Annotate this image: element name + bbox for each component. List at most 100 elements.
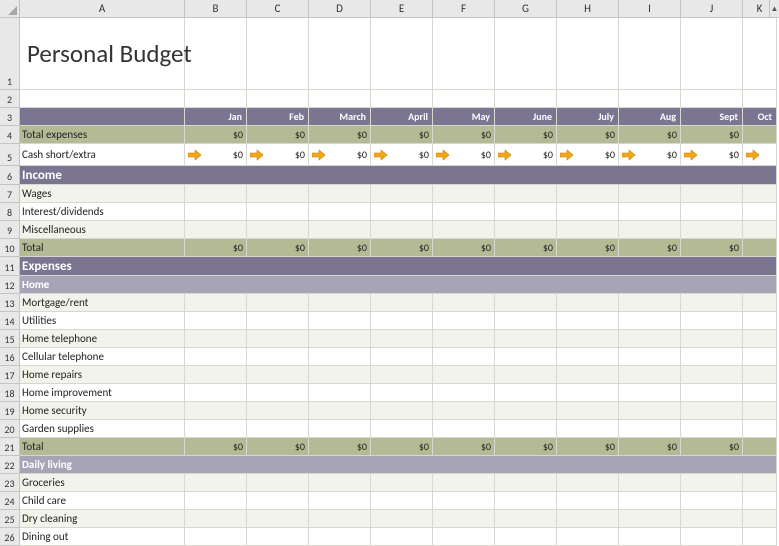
- value-cell[interactable]: $0: [371, 144, 433, 166]
- cell[interactable]: [309, 510, 371, 528]
- cell[interactable]: [185, 348, 247, 366]
- value-cell[interactable]: $0: [185, 126, 247, 144]
- cell[interactable]: [557, 185, 619, 203]
- row-header-2[interactable]: 2: [0, 90, 20, 108]
- cell[interactable]: [433, 203, 495, 221]
- cell[interactable]: [247, 312, 309, 330]
- value-cell[interactable]: $0: [619, 144, 681, 166]
- value-cell[interactable]: $0: [557, 144, 619, 166]
- cell[interactable]: [619, 528, 681, 546]
- value-cell[interactable]: $0: [309, 239, 371, 257]
- cell[interactable]: [309, 420, 371, 438]
- cell[interactable]: [371, 402, 433, 420]
- cell[interactable]: [433, 90, 495, 108]
- subsection-daily-living[interactable]: Daily living: [20, 456, 777, 474]
- cell[interactable]: [309, 185, 371, 203]
- row-header-26[interactable]: 26: [0, 528, 20, 546]
- label-cell-tel[interactable]: Cellular telephone: [20, 348, 185, 366]
- cell[interactable]: [495, 90, 557, 108]
- cell[interactable]: [619, 221, 681, 239]
- cell[interactable]: [495, 221, 557, 239]
- cell[interactable]: [433, 492, 495, 510]
- cell[interactable]: [619, 474, 681, 492]
- scroll-up-button[interactable]: ▲: [769, 0, 779, 18]
- cell[interactable]: [743, 18, 777, 90]
- cell[interactable]: [495, 203, 557, 221]
- row-header-10[interactable]: 10: [0, 239, 20, 257]
- cell[interactable]: [371, 384, 433, 402]
- cell[interactable]: [681, 221, 743, 239]
- cell[interactable]: [309, 294, 371, 312]
- value-cell[interactable]: $0: [247, 126, 309, 144]
- value-cell[interactable]: $0: [247, 438, 309, 456]
- cell[interactable]: [495, 510, 557, 528]
- cell[interactable]: [185, 221, 247, 239]
- label-dry-cleaning[interactable]: Dry cleaning: [20, 510, 185, 528]
- section-income[interactable]: Income: [20, 166, 777, 185]
- value-cell[interactable]: $0: [185, 438, 247, 456]
- cell[interactable]: [185, 492, 247, 510]
- cell[interactable]: [619, 384, 681, 402]
- cell[interactable]: [557, 90, 619, 108]
- cell[interactable]: [433, 384, 495, 402]
- cell[interactable]: [681, 185, 743, 203]
- label-total-expenses[interactable]: Total expenses: [20, 126, 185, 144]
- month-oct[interactable]: Oct: [743, 108, 777, 126]
- cell[interactable]: [185, 384, 247, 402]
- value-cell[interactable]: $0: [619, 126, 681, 144]
- month-jan[interactable]: Jan: [185, 108, 247, 126]
- month-sep[interactable]: Sept: [681, 108, 743, 126]
- cell[interactable]: [681, 366, 743, 384]
- cell[interactable]: [309, 384, 371, 402]
- cell[interactable]: [743, 239, 777, 257]
- label-improvement[interactable]: Home improvement: [20, 384, 185, 402]
- label-utilities[interactable]: Utilities: [20, 312, 185, 330]
- cell[interactable]: [371, 474, 433, 492]
- spreadsheet-grid[interactable]: A B C D E F G H I J K 1 Personal Budget …: [0, 0, 779, 546]
- value-cell[interactable]: $0: [619, 239, 681, 257]
- cell[interactable]: [743, 294, 777, 312]
- value-cell[interactable]: $0: [371, 239, 433, 257]
- cell[interactable]: [495, 18, 557, 90]
- row-header-23[interactable]: 23: [0, 474, 20, 492]
- cell[interactable]: [309, 330, 371, 348]
- value-cell[interactable]: $0: [495, 144, 557, 166]
- cell[interactable]: [681, 528, 743, 546]
- row-header-5[interactable]: 5: [0, 144, 20, 166]
- cell[interactable]: [371, 492, 433, 510]
- cell[interactable]: [309, 90, 371, 108]
- cell[interactable]: [495, 492, 557, 510]
- cell[interactable]: [495, 366, 557, 384]
- cell[interactable]: [557, 492, 619, 510]
- col-header-E[interactable]: E: [371, 0, 433, 18]
- month-mar[interactable]: March: [309, 108, 371, 126]
- cell[interactable]: [619, 185, 681, 203]
- cell[interactable]: [371, 510, 433, 528]
- label-child-care[interactable]: Child care: [20, 492, 185, 510]
- cell[interactable]: [743, 126, 777, 144]
- month-aug[interactable]: Aug: [619, 108, 681, 126]
- value-cell[interactable]: $0: [371, 126, 433, 144]
- cell[interactable]: [681, 420, 743, 438]
- cell[interactable]: [433, 18, 495, 90]
- row-header-22[interactable]: 22: [0, 456, 20, 474]
- row-header-9[interactable]: 9: [0, 221, 20, 239]
- value-cell[interactable]: $0: [309, 144, 371, 166]
- cell[interactable]: [433, 294, 495, 312]
- value-cell[interactable]: $0: [681, 126, 743, 144]
- row-header-4[interactable]: 4: [0, 126, 20, 144]
- cell[interactable]: [619, 492, 681, 510]
- row-header-13[interactable]: 13: [0, 294, 20, 312]
- cell[interactable]: [743, 402, 777, 420]
- cell[interactable]: [619, 203, 681, 221]
- value-cell[interactable]: $0: [681, 438, 743, 456]
- cell[interactable]: [371, 203, 433, 221]
- value-cell[interactable]: $0: [681, 144, 743, 166]
- cell[interactable]: [557, 528, 619, 546]
- label-wages[interactable]: Wages: [20, 185, 185, 203]
- cell[interactable]: [309, 348, 371, 366]
- label-misc[interactable]: Miscellaneous: [20, 221, 185, 239]
- cell[interactable]: [185, 330, 247, 348]
- cell[interactable]: [557, 348, 619, 366]
- cell[interactable]: [247, 384, 309, 402]
